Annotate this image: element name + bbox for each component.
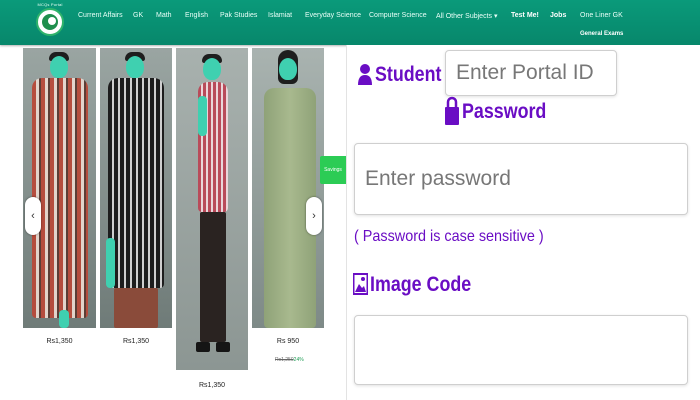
nav-current-affairs[interactable]: Current Affairs: [78, 12, 123, 19]
logo-text: MCQs Portal: [37, 2, 63, 7]
model-pants: [200, 212, 226, 342]
model-arm: [198, 96, 207, 136]
savings-side-tab[interactable]: Savings: [320, 156, 346, 184]
product-image-1[interactable]: [23, 48, 96, 328]
password-hint: ( Password is case sensitive ): [354, 228, 544, 245]
site-logo[interactable]: [36, 8, 64, 36]
nav-all-other-subjects[interactable]: All Other Subjects ▾: [436, 12, 498, 20]
nav-all-other-subjects-label: All Other Subjects: [436, 13, 493, 20]
model-pants: [114, 288, 158, 328]
model-shirt: [108, 78, 164, 288]
product-price-1: Rs1,350: [46, 338, 73, 345]
model-hand: [59, 310, 69, 328]
password-label: Password: [462, 100, 547, 123]
nav-gk[interactable]: GK: [133, 12, 143, 19]
model-shoe-left: [196, 342, 210, 352]
chevron-down-icon: ▾: [493, 13, 498, 20]
nav-islamiat[interactable]: Islamiat: [268, 12, 292, 19]
product-image-4[interactable]: [252, 48, 324, 328]
nav-test-me[interactable]: Test Me!: [511, 12, 539, 19]
password-input[interactable]: [354, 143, 688, 215]
product-old-price-4: Rs1,250: [275, 357, 294, 363]
image-icon: [353, 270, 368, 298]
chevron-right-icon: ›: [312, 210, 316, 222]
product-price-3: Rs1,350: [198, 382, 226, 389]
model-arm: [106, 238, 115, 288]
nav-jobs[interactable]: Jobs: [550, 12, 566, 19]
model-head: [279, 58, 297, 80]
nav-general-exams[interactable]: General Exams: [580, 31, 623, 37]
model-head: [50, 56, 68, 78]
login-panel: Student ID Password ( Password is case s…: [346, 45, 700, 400]
nav-math[interactable]: Math: [156, 12, 172, 19]
product-price-2: Rs1,350: [122, 338, 150, 345]
model-head: [203, 58, 221, 80]
image-code-label: Image Code: [370, 273, 472, 296]
model-shoe-right: [216, 342, 230, 352]
chevron-left-icon: ‹: [31, 210, 35, 222]
product-image-2[interactable]: [100, 48, 172, 328]
top-navbar: MCQs Portal Current Affairs GK Math Engl…: [0, 0, 700, 45]
user-icon: [358, 63, 372, 85]
model-shirt: [32, 78, 88, 318]
logo-mark: [42, 14, 58, 30]
student-id-input[interactable]: [445, 50, 617, 96]
product-price-4: Rs 950: [276, 338, 300, 345]
model-head: [126, 56, 144, 78]
image-code-input[interactable]: [354, 315, 688, 385]
carousel-next-button[interactable]: ›: [306, 197, 322, 235]
nav-pak-studies[interactable]: Pak Studies: [220, 12, 257, 19]
carousel-prev-button[interactable]: ‹: [25, 197, 41, 235]
nav-computer-science[interactable]: Computer Science: [369, 12, 427, 19]
product-discount-4: -24%: [292, 357, 304, 363]
product-image-3[interactable]: [176, 48, 248, 370]
nav-one-liner-gk[interactable]: One Liner GK: [580, 12, 623, 19]
nav-everyday-science[interactable]: Everyday Science: [305, 12, 361, 19]
lock-icon: [445, 95, 459, 125]
nav-english[interactable]: English: [185, 12, 208, 19]
